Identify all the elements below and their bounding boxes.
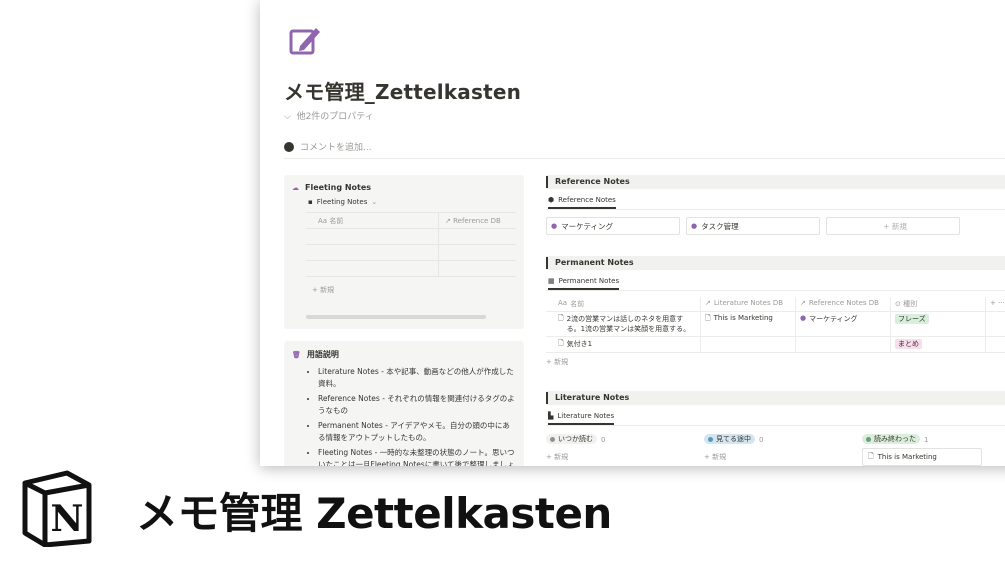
table-row[interactable]: 🗋 2流の営業マンは話しのネタを用意する。1流の営業マンは笑顔を用意する。 🗋 Th… [546, 312, 1005, 337]
list-item: Reference Notes - それぞれの情報を関連付けるタグのようなもの [318, 393, 516, 417]
literature-section-header: Literature Notes [546, 391, 1005, 405]
table-row[interactable] [306, 229, 516, 245]
chevron-down-icon: ⌄ [371, 198, 378, 206]
reference-view-tab[interactable]: ⬢ Reference Notes [548, 196, 616, 209]
col-lit-header[interactable]: Literature Notes DB [714, 299, 783, 307]
board-new-button[interactable]: + 新規 [546, 452, 664, 462]
fleeting-new-button[interactable]: + 新規 [312, 285, 516, 295]
reference-section-title[interactable]: Reference Notes [546, 176, 630, 188]
divider [546, 209, 1005, 210]
fleeting-notes-block: ☁ Fleeting Notes ▪ Fleeting Notes ⌄ Aa 名… [284, 175, 524, 329]
board-icon: ▙ [548, 412, 554, 420]
reference-new-button[interactable]: + 新規 [826, 217, 960, 235]
page-icon: 🗋 [868, 451, 874, 460]
table-header: Aa 名前 ↗ Literature Notes DB ↗ Reference Not… [546, 297, 1005, 312]
banner-title: メモ管理 Zettelkasten [136, 489, 612, 538]
cloud-icon: ☁ [292, 183, 299, 192]
permanent-section-title[interactable]: Permanent Notes [546, 257, 634, 269]
board-column: 見てる途中 0 + 新規 [704, 434, 822, 466]
tag-icon: ● [800, 314, 807, 322]
select-icon: ⊙ [895, 300, 901, 308]
left-column: ☁ Fleeting Notes ▪ Fleeting Notes ⌄ Aa 名… [284, 175, 524, 466]
literature-section-title[interactable]: Literature Notes [546, 392, 629, 404]
type-tag[interactable]: フレーズ [895, 314, 929, 324]
svg-text:N: N [51, 498, 84, 540]
col-ref-header[interactable]: Reference DB [453, 217, 501, 225]
edit-note-icon[interactable] [288, 24, 322, 58]
fleeting-table: Aa 名前 ↗ Reference DB [306, 212, 516, 277]
col-name-header[interactable]: 名前 [570, 299, 584, 309]
gallery-card[interactable]: ● マーケティング [546, 217, 680, 235]
table-row[interactable] [306, 245, 516, 261]
horizontal-scrollbar[interactable] [306, 315, 486, 319]
page-icon: 🗋 [558, 314, 564, 322]
trash-icon: 🗑 [292, 350, 301, 359]
board-column: 読み終わった 1 🗋 This is Marketing [862, 434, 982, 466]
avatar [284, 141, 294, 152]
table-row[interactable] [306, 261, 516, 277]
col-type-header[interactable]: 種別 [903, 300, 917, 308]
reference-section-header: Reference Notes [546, 175, 1005, 189]
permanent-table: Aa 名前 ↗ Literature Notes DB ↗ Reference Not… [546, 297, 1005, 367]
doc-icon: ▪ [308, 198, 313, 206]
glossary-title: 用語説明 [306, 350, 339, 359]
status-badge[interactable]: 読み終わった [862, 434, 920, 444]
fleeting-title[interactable]: Fleeting Notes [305, 183, 371, 192]
page-icon: 🗋 [558, 339, 564, 347]
list-item: Permanent Notes - アイデアやメモ。自分の頭の中にある情報をアウ… [318, 420, 516, 444]
hexagon-icon: ⬢ [548, 196, 555, 204]
permanent-section-header: Permanent Notes [546, 256, 1005, 270]
tag-icon: ● [691, 222, 698, 230]
divider [546, 425, 1005, 426]
relation-icon: ↗ [800, 299, 806, 307]
relation-icon: ↗ [445, 216, 451, 225]
list-item: Fleeting Notes - 一時的な未整理の状態のノート。思いついたことは… [318, 447, 516, 466]
fleeting-view-tab[interactable]: ▪ Fleeting Notes ⌄ [308, 198, 516, 206]
page-title[interactable]: メモ管理_Zettelkasten [284, 76, 521, 105]
tag-icon: ● [551, 222, 558, 230]
col-name-header[interactable]: 名前 [329, 216, 343, 226]
reference-gallery: ● マーケティング ● タスク管理 + 新規 [546, 217, 1005, 235]
comment-input[interactable]: コメントを追加... [284, 140, 372, 153]
chevron-down-icon: ⌵ [284, 112, 291, 122]
relation-icon: ↗ [705, 299, 711, 307]
divider [284, 158, 1005, 159]
gallery-card[interactable]: ● タスク管理 [686, 217, 820, 235]
col-ref-header[interactable]: Reference Notes DB [809, 299, 879, 307]
type-tag[interactable]: まとめ [895, 339, 922, 349]
table-header: Aa 名前 ↗ Reference DB [306, 213, 516, 229]
add-column-button[interactable]: + ··· [986, 297, 1005, 311]
table-row[interactable]: 🗋 気付き1 まとめ [546, 337, 1005, 353]
right-column: Reference Notes ⬢ Reference Notes ● マーケテ… [546, 175, 1005, 466]
status-badge[interactable]: いつか読む [546, 434, 597, 444]
board-column: いつか読む 0 + 新規 [546, 434, 664, 466]
literature-board: いつか読む 0 + 新規 見てる途中 0 + 新規 読み終わった 1 🗋 This i… [546, 434, 1005, 466]
board-new-button[interactable]: + 新規 [704, 452, 822, 462]
status-badge[interactable]: 見てる途中 [704, 434, 755, 444]
glossary-list: Literature Notes - 本や記事、動画などの他人が作成した資料。 … [292, 366, 516, 466]
properties-toggle[interactable]: ⌵ 他2件のプロパティ [284, 109, 374, 122]
permanent-new-button[interactable]: + 新規 [546, 357, 1005, 367]
notion-page: メモ管理_Zettelkasten ⌵ 他2件のプロパティ コメントを追加...… [284, 0, 1005, 466]
notion-logo-icon: N [22, 470, 92, 547]
page-icon: 🗋 [705, 314, 711, 322]
literature-view-tab[interactable]: ▙ Literature Notes [548, 412, 615, 425]
grid-icon: ▦ [548, 277, 555, 285]
board-card[interactable]: 🗋 This is Marketing [862, 448, 982, 466]
permanent-view-tab[interactable]: ▦ Permanent Notes [548, 277, 620, 290]
list-item: Literature Notes - 本や記事、動画などの他人が作成した資料。 [318, 366, 516, 390]
notion-window: メモ管理_Zettelkasten ⌵ 他2件のプロパティ コメントを追加...… [260, 0, 1005, 466]
glossary-block: 🗑 用語説明 Literature Notes - 本や記事、動画などの他人が作… [284, 341, 524, 466]
divider [546, 290, 1005, 291]
